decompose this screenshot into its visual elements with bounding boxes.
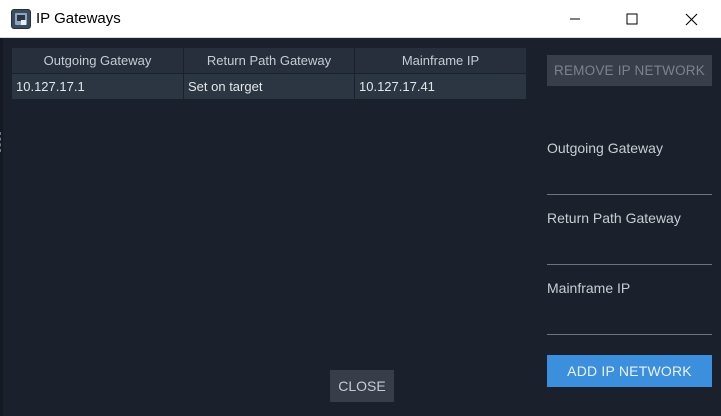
return-path-gateway-input[interactable] bbox=[547, 239, 712, 263]
left-edge-strip bbox=[0, 38, 3, 416]
title-bar: IP Gateways bbox=[0, 0, 721, 38]
ip-gateways-table: Outgoing Gateway Return Path Gateway Mai… bbox=[12, 48, 527, 99]
mainframe-ip-input[interactable] bbox=[547, 309, 712, 333]
cell-return-path-gateway: Set on target bbox=[184, 74, 355, 99]
mainframe-ip-underline bbox=[547, 334, 712, 335]
close-button[interactable]: CLOSE bbox=[330, 370, 394, 402]
outgoing-gateway-input[interactable] bbox=[547, 169, 712, 193]
column-header-mainframe-ip[interactable]: Mainframe IP bbox=[355, 48, 527, 73]
mainframe-ip-label: Mainframe IP bbox=[547, 280, 631, 296]
window-close-button[interactable] bbox=[668, 0, 714, 38]
resize-handle[interactable] bbox=[0, 132, 3, 152]
table-header: Outgoing Gateway Return Path Gateway Mai… bbox=[12, 48, 527, 73]
cell-outgoing-gateway: 10.127.17.1 bbox=[12, 74, 184, 99]
column-header-outgoing-gateway[interactable]: Outgoing Gateway bbox=[12, 48, 184, 73]
outgoing-gateway-underline bbox=[547, 194, 712, 195]
remove-ip-network-button[interactable]: REMOVE IP NETWORK bbox=[547, 55, 712, 86]
maximize-button[interactable] bbox=[609, 0, 655, 38]
outgoing-gateway-label: Outgoing Gateway bbox=[547, 140, 663, 156]
close-icon bbox=[685, 13, 697, 25]
minimize-button[interactable] bbox=[552, 0, 598, 38]
minimize-icon bbox=[570, 18, 580, 20]
window-title: IP Gateways bbox=[36, 10, 121, 27]
column-header-return-path-gateway[interactable]: Return Path Gateway bbox=[184, 48, 355, 73]
app-window-icon bbox=[11, 9, 31, 29]
return-path-gateway-underline bbox=[547, 264, 712, 265]
return-path-gateway-label: Return Path Gateway bbox=[547, 210, 681, 226]
maximize-icon bbox=[626, 13, 638, 25]
add-ip-network-button[interactable]: ADD IP NETWORK bbox=[547, 355, 712, 387]
table-row[interactable]: 10.127.17.1 Set on target 10.127.17.41 bbox=[12, 74, 527, 99]
cell-mainframe-ip: 10.127.17.41 bbox=[355, 74, 527, 99]
